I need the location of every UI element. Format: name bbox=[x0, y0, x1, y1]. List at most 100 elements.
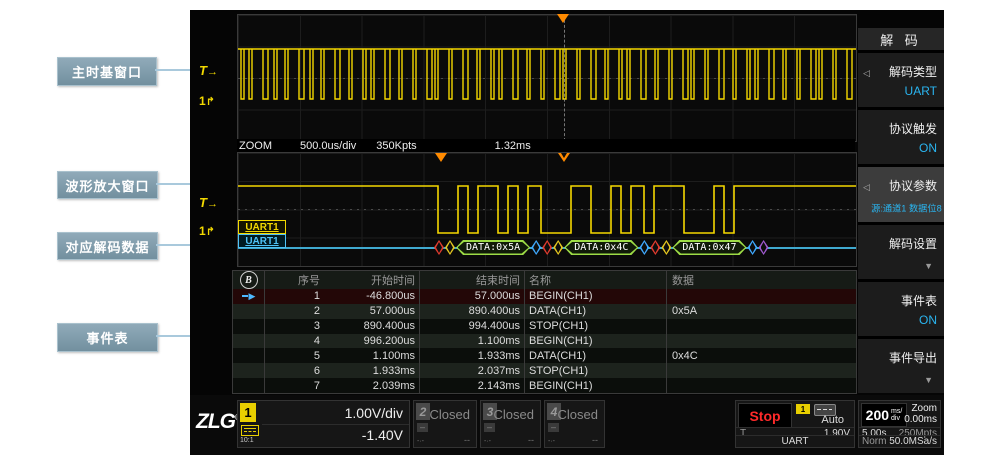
callout-label: 波形放大窗口 bbox=[65, 176, 149, 195]
acquisition-mode: Norm bbox=[862, 436, 886, 447]
cell-index: 3 bbox=[265, 320, 328, 332]
trigger-position-marker-zoom[interactable] bbox=[558, 153, 570, 162]
cell-index: 7 bbox=[265, 380, 328, 392]
cell-name: BEGIN(CH1) bbox=[525, 334, 667, 349]
menu-item-decode-type[interactable]: ◁ 解码类型 UART bbox=[858, 53, 944, 107]
channel1-block[interactable]: 1 10:1 1.00V/div -1.40V bbox=[237, 400, 410, 448]
callout-label: 主时基窗口 bbox=[72, 62, 142, 81]
channel1-badge: 1 bbox=[240, 403, 256, 422]
cell-name: DATA(CH1) bbox=[525, 348, 667, 363]
impedance-mark: -·- bbox=[484, 438, 491, 445]
status-bar: ZLG® 1 10:1 1.00V/div -1.40V 2 Closed – … bbox=[190, 395, 944, 455]
header-data: 数据 bbox=[667, 272, 856, 288]
zoom-window[interactable]: DATA:0x5ADATA:0x4CDATA:0x47 bbox=[237, 152, 857, 267]
cell-end: 994.400us bbox=[420, 319, 525, 334]
main-timebase-window[interactable] bbox=[237, 14, 857, 142]
channel1-offset: -1.40V bbox=[362, 427, 403, 443]
coupling-dash: – bbox=[484, 423, 495, 432]
zoom-offset-readout: Zoom 0.00ms bbox=[904, 403, 937, 425]
event-row-6[interactable]: 6 1.933ms 2.037ms STOP(CH1) bbox=[233, 363, 856, 378]
event-table: B 序号 开始时间 结束时间 名称 数据 ▶ 1 -46.800us 57.00… bbox=[232, 270, 857, 394]
channel1-level-marker-main[interactable]: 1↱ bbox=[199, 92, 215, 110]
value-placeholder: -- bbox=[528, 435, 534, 445]
channel4-block[interactable]: 4 Closed – -·- -- bbox=[544, 400, 605, 448]
trigger-level-marker-zoom[interactable]: T→ bbox=[199, 194, 218, 212]
event-row-4[interactable]: 4 996.200us 1.100ms BEGIN(CH1) bbox=[233, 334, 856, 349]
event-row-5[interactable]: 5 1.100ms 1.933ms DATA(CH1) 0x4C bbox=[233, 348, 856, 363]
header-end-time: 结束时间 bbox=[420, 271, 525, 289]
cell-end: 2.037ms bbox=[420, 363, 525, 378]
channel1-bus-label: UART1 bbox=[238, 220, 286, 234]
menu-item-protocol-trigger[interactable]: 协议触发 ON bbox=[858, 110, 944, 164]
dropdown-arrow-icon: ▼ bbox=[924, 261, 933, 271]
timebase-scale: 200 ms/div bbox=[861, 403, 907, 427]
event-row-2[interactable]: 2 57.000us 890.400us DATA(CH1) 0x5A bbox=[233, 304, 856, 319]
cell-name: BEGIN(CH1) bbox=[525, 289, 667, 304]
callout-label: 事件表 bbox=[86, 328, 128, 347]
zoom-info-bar: ZOOM 500.0us/div 350Kpts 1.32ms bbox=[237, 139, 855, 152]
channel4-state: Closed bbox=[558, 407, 598, 422]
cell-start: 1.100ms bbox=[328, 348, 420, 363]
coupling-dash: – bbox=[548, 423, 559, 432]
trigger-block[interactable]: Stop 1 Auto T 1.90V UART bbox=[735, 400, 855, 448]
oscilloscope-screen: T→ 1↱ T→ 1↱ ZOOM 500.0us/div 350Kpts 1.3… bbox=[190, 10, 944, 455]
cell-index: 2 bbox=[265, 305, 328, 317]
channel3-block[interactable]: 3 Closed – -·- -- bbox=[480, 400, 541, 448]
cell-end: 1.933ms bbox=[420, 348, 525, 363]
selected-row-arrow-icon: ▶ bbox=[242, 291, 256, 302]
decode-data-bubble: DATA:0x4C bbox=[564, 240, 638, 255]
menu-item-event-table[interactable]: 事件表 ON bbox=[858, 282, 944, 336]
callout-main-timebase-window: 主时基窗口 bbox=[57, 57, 157, 86]
callout-label: 对应解码数据 bbox=[65, 237, 149, 256]
callout-event-table: 事件表 bbox=[57, 323, 158, 352]
zlg-logo: ZLG® bbox=[196, 410, 240, 434]
event-row-7[interactable]: 7 2.039ms 2.143ms BEGIN(CH1) bbox=[233, 378, 856, 393]
trigger-type: UART bbox=[736, 435, 854, 447]
menu-item-event-export[interactable]: 事件导出 ▼ bbox=[858, 339, 944, 393]
cell-index: 6 bbox=[265, 365, 328, 377]
cell-name: DATA(CH1) bbox=[525, 304, 667, 319]
cell-data: 0x5A bbox=[667, 305, 856, 317]
timebase-block[interactable]: 200 ms/div Zoom 0.00ms 5.00s 250Mpts Nor… bbox=[858, 400, 941, 448]
submenu-arrow-icon: ◁ bbox=[863, 68, 870, 79]
menu-item-protocol-params[interactable]: ◁ 协议参数 源:通道1 数据位8 bbox=[858, 167, 944, 221]
trigger-source-badge: 1 bbox=[796, 404, 810, 414]
cell-index: 5 bbox=[265, 350, 328, 362]
trigger-position-line bbox=[564, 15, 565, 141]
menu-item-decode-settings[interactable]: 解码设置 ▼ bbox=[858, 225, 944, 279]
decode-blue-diamond-icon bbox=[531, 240, 541, 255]
decode-yellow-diamond-icon bbox=[445, 240, 455, 255]
cell-start: 57.000us bbox=[328, 304, 420, 319]
header-index: 序号 bbox=[265, 272, 328, 288]
page: 主时基窗口 波形放大窗口 对应解码数据 事件表 T→ 1↱ T→ 1↱ ZOOM… bbox=[0, 0, 1002, 460]
header-start-time: 开始时间 bbox=[328, 271, 420, 289]
zoom-mode-label: ZOOM bbox=[239, 140, 272, 152]
callout-decode-data: 对应解码数据 bbox=[57, 232, 158, 260]
event-table-header: B 序号 开始时间 结束时间 名称 数据 bbox=[233, 271, 856, 289]
event-row-1[interactable]: ▶ 1 -46.800us 57.000us BEGIN(CH1) bbox=[233, 289, 856, 304]
channel1-level-marker-zoom[interactable]: 1↱ bbox=[199, 222, 215, 240]
decode-bus-label: UART1 bbox=[238, 234, 286, 248]
cell-name: STOP(CH1) bbox=[525, 319, 667, 334]
trigger-level-marker-main[interactable]: T→ bbox=[199, 62, 218, 80]
decode-data-bubble: DATA:0x47 bbox=[672, 240, 746, 255]
decode-red-diamond-icon bbox=[542, 240, 552, 255]
value-placeholder: -- bbox=[592, 435, 598, 445]
cell-start: 996.200us bbox=[328, 334, 420, 349]
trigger-position-marker-main[interactable] bbox=[557, 14, 569, 23]
cell-index: 4 bbox=[265, 335, 328, 347]
cell-start: -46.800us bbox=[328, 289, 420, 304]
callout-zoom-window: 波形放大窗口 bbox=[57, 171, 158, 199]
zoom-position-marker[interactable] bbox=[435, 153, 447, 162]
cell-data: 0x4C bbox=[667, 350, 856, 362]
decode-yellow-diamond-icon bbox=[553, 240, 563, 255]
channel2-badge: 2 bbox=[416, 403, 430, 420]
zoom-memory-value: 350Kpts bbox=[376, 140, 416, 152]
cell-end: 890.400us bbox=[420, 304, 525, 319]
cell-end: 1.100ms bbox=[420, 334, 525, 349]
channel2-block[interactable]: 2 Closed – -·- -- bbox=[413, 400, 477, 448]
cell-start: 2.039ms bbox=[328, 378, 420, 393]
zoom-offset-value: 1.32ms bbox=[495, 140, 531, 152]
cell-end: 57.000us bbox=[420, 289, 525, 304]
event-row-3[interactable]: 3 890.400us 994.400us STOP(CH1) bbox=[233, 319, 856, 334]
